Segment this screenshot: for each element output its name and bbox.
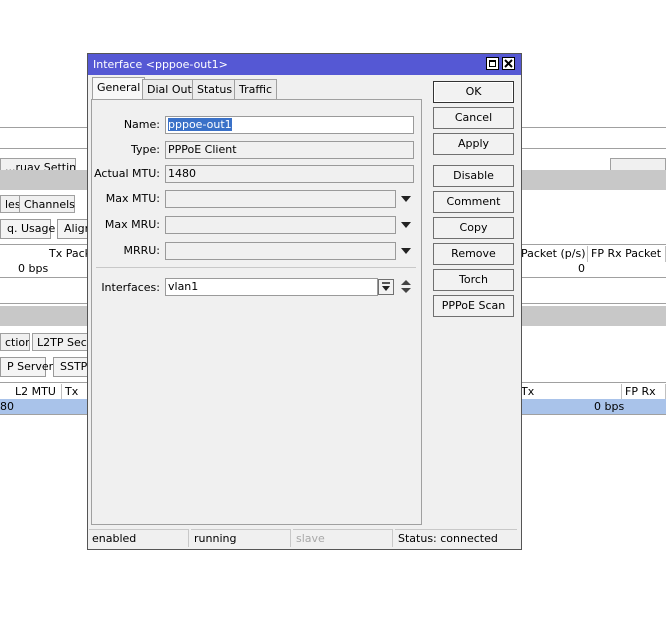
bg-col-tx-pack[interactable]: Tx Pack [46,246,88,262]
bg-col-fp-rx-packet[interactable]: FP Rx Packet (p [588,246,666,262]
max-mru-label: Max MRU: [104,218,160,231]
dropdown-button[interactable] [378,279,394,295]
actual-mtu-label: Actual MTU: [94,167,160,180]
tab-dial-out[interactable]: Dial Out [142,79,197,99]
close-icon[interactable] [502,57,515,70]
bg-row-val-right: 0 bps [594,400,625,413]
bg-pptp-server-button[interactable]: P Server [0,357,53,377]
comment-button[interactable]: Comment [433,191,514,213]
tab-traffic[interactable]: Traffic [234,79,278,99]
bg-sstp-button[interactable]: SSTP [53,357,88,377]
dialog-titlebar[interactable]: Interface <pppoe-out1> [88,54,521,75]
status-running: running [191,529,291,547]
tab-status[interactable]: Status [192,79,238,99]
dialog-title: Interface <pppoe-out1> [93,58,228,71]
divider [96,267,416,268]
status-slave: slave [293,529,393,547]
tab-general[interactable]: General [92,77,146,99]
bg-tab-channels[interactable]: Channels [19,195,75,213]
ok-button[interactable]: OK [433,81,514,103]
bg-col-fp-rx[interactable]: FP Rx [622,384,666,400]
type-label: Type: [131,143,160,156]
disable-button[interactable]: Disable [433,165,514,187]
bg-value-bps: 0 bps [18,262,49,275]
mrru-label: MRRU: [123,244,160,257]
status-enabled: enabled [89,529,189,547]
maximize-icon[interactable] [486,57,499,70]
interface-dialog: Interface <pppoe-out1> General Dial Out … [87,53,522,550]
general-panel: Name: pppoe-out1 Type: PPPoE Client Actu… [91,99,422,525]
mrru-input[interactable] [165,242,396,260]
bg-col-rx-packet[interactable]: Packet (p/s) [518,246,588,262]
bg-row-val-left: 80 [0,400,14,413]
bg-tab-connections[interactable]: ctions [0,333,30,351]
copy-button[interactable]: Copy [433,217,514,239]
type-value: PPPoE Client [165,141,414,159]
actual-mtu-value: 1480 [165,165,414,183]
max-mtu-label: Max MTU: [105,192,160,205]
bg-tab-les[interactable]: les [0,195,21,213]
bg-col-tx-right[interactable]: Tx [518,384,622,400]
max-mru-dropdown-icon[interactable] [401,222,411,228]
remove-button[interactable]: Remove [433,243,514,265]
mrru-dropdown-icon[interactable] [401,248,411,254]
pppoe-scan-button[interactable]: PPPoE Scan [433,295,514,317]
add-remove-arrows-icon[interactable] [400,279,412,295]
bg-col-l2mtu[interactable]: L2 MTU [12,384,62,400]
interfaces-select[interactable]: vlan1 [165,278,378,296]
cancel-button[interactable]: Cancel [433,107,514,129]
bg-align-button[interactable]: Align [57,219,88,239]
max-mtu-dropdown-icon[interactable] [401,196,411,202]
bg-value-zero: 0 [578,262,585,275]
bg-col-tx-left[interactable]: Tx [62,384,88,400]
bg-freq-usage-button[interactable]: q. Usage [0,219,55,239]
chevron-down-icon [382,282,390,291]
interfaces-label: Interfaces: [101,281,160,294]
max-mtu-input[interactable] [165,190,396,208]
name-label: Name: [123,118,160,131]
torch-button[interactable]: Torch [433,269,514,291]
apply-button[interactable]: Apply [433,133,514,155]
status-connection: Status: connected [395,529,517,547]
max-mru-input[interactable] [165,216,396,234]
name-input[interactable]: pppoe-out1 [165,116,414,134]
bg-tab-l2tp-secrets[interactable]: L2TP Secr [32,333,88,351]
